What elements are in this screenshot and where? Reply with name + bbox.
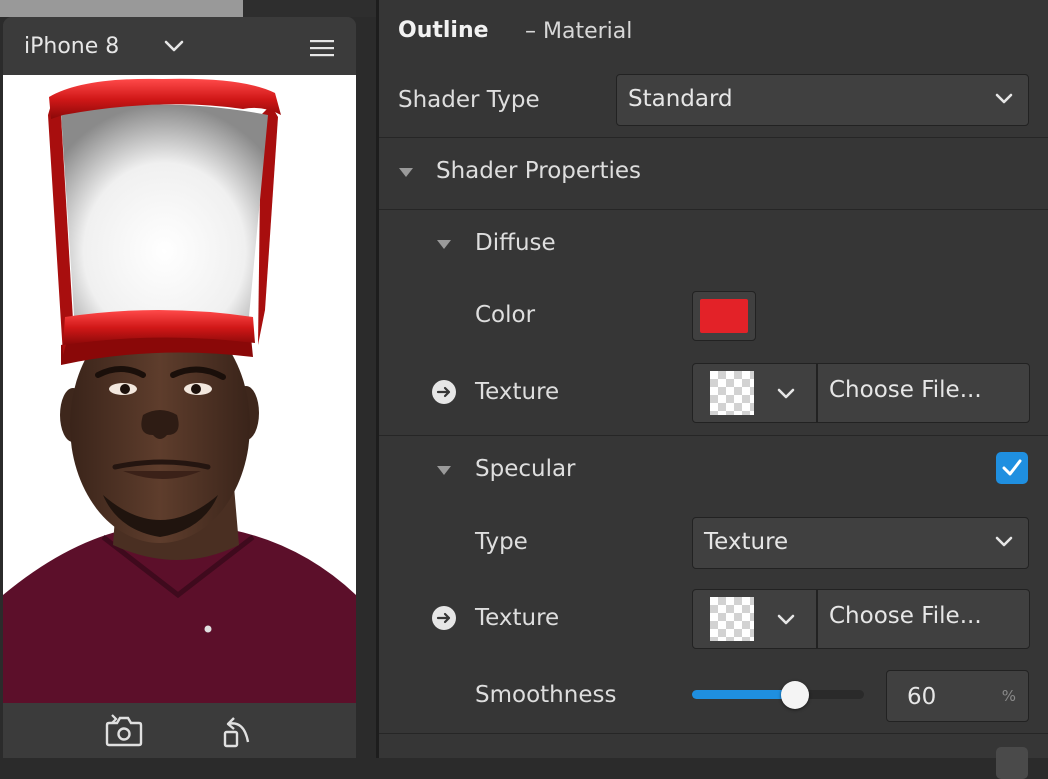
arrow-right-icon[interactable] [432,380,456,404]
texture-thumbnail [710,371,754,415]
color-fill [700,299,748,333]
diffuse-choose-file-button[interactable]: Choose File... [817,363,1030,423]
chevron-down-icon [995,93,1013,104]
diffuse-color-swatch[interactable] [692,291,756,341]
next-section-checkbox[interactable] [996,747,1028,779]
specular-type-select[interactable]: Texture [692,517,1029,569]
triangle-down-icon[interactable] [436,238,452,250]
device-name[interactable]: iPhone 8 [24,34,119,59]
smoothness-label: Smoothness [475,682,617,708]
rotate-icon[interactable] [218,712,256,750]
smoothness-slider-thumb[interactable] [781,681,809,709]
smoothness-value: 60 [907,684,937,710]
shader-type-label: Shader Type [398,87,540,113]
chevron-down-icon [777,388,795,399]
preview-pane: iPhone 8 [0,0,376,758]
device-header: iPhone 8 [3,17,356,75]
separator [379,435,1048,436]
chevron-down-icon [777,614,795,625]
shader-properties-header[interactable]: Shader Properties [436,158,641,184]
smoothness-slider-fill [692,690,795,699]
diffuse-texture-picker[interactable] [692,363,817,423]
camera-viewport [3,75,356,703]
toolbar-strip-dark [243,0,376,17]
specular-texture-picker[interactable] [692,589,817,649]
triangle-down-icon[interactable] [436,464,452,476]
device-footer [3,703,356,758]
checkmark-icon [1002,459,1022,476]
device-frame: iPhone 8 [3,17,356,758]
menu-icon[interactable] [309,38,335,58]
specular-enabled-checkbox[interactable] [996,452,1028,484]
inspector-title: Outline [398,18,489,43]
triangle-down-icon[interactable] [398,166,414,178]
specular-choose-file-button[interactable]: Choose File... [817,589,1030,649]
smoothness-input[interactable]: 60 % [886,670,1029,722]
specular-texture-label: Texture [475,605,560,631]
inspector-panel: Outline – Material Shader Type Standard … [379,0,1048,779]
diffuse-texture-label: Texture [475,379,560,405]
smoothness-slider-track[interactable] [692,690,864,699]
shader-type-select[interactable]: Standard [616,74,1029,126]
chevron-down-icon[interactable] [163,37,185,55]
specular-header[interactable]: Specular [475,456,576,482]
arrow-right-icon[interactable] [432,606,456,630]
switch-camera-icon[interactable] [103,713,145,749]
choose-file-label: Choose File... [829,377,982,403]
smoothness-unit: % [1001,687,1016,705]
diffuse-header[interactable]: Diffuse [475,230,556,256]
shader-type-value: Standard [628,86,733,112]
separator [379,137,1048,138]
face-preview-image [3,78,356,703]
choose-file-label: Choose File... [829,603,982,629]
separator [379,209,1048,210]
toolbar-strip [0,0,243,17]
specular-type-value: Texture [704,529,789,555]
texture-thumbnail [710,597,754,641]
chevron-down-icon [995,536,1013,547]
specular-type-label: Type [475,529,528,555]
separator [379,733,1048,734]
inspector-subtitle: – Material [525,19,633,44]
diffuse-color-label: Color [475,302,536,328]
